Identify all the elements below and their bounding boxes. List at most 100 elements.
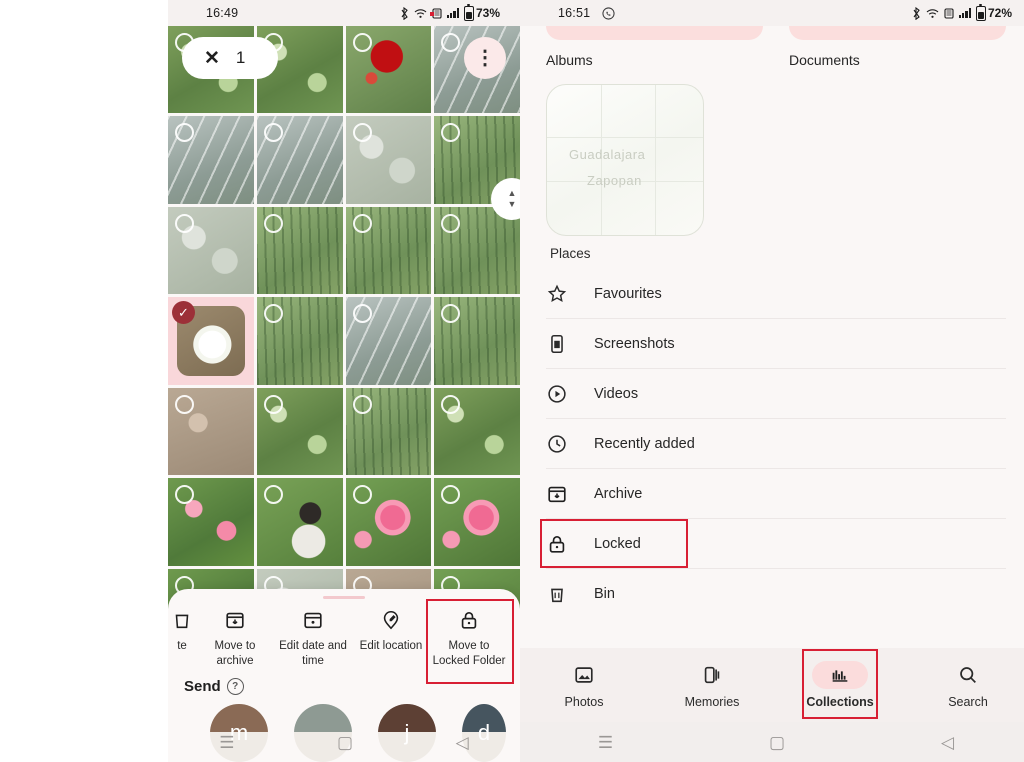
action-label: Move to Locked Folder xyxy=(432,640,506,667)
lock-icon xyxy=(546,533,568,555)
battery-percent: 73% xyxy=(475,6,500,20)
bottom-navigation: Photos Memories Collections Search xyxy=(520,648,1024,722)
home-icon[interactable]: ▢ xyxy=(769,734,785,751)
menu-item-videos[interactable]: Videos xyxy=(546,369,1006,419)
photo-select-badge[interactable] xyxy=(352,394,372,414)
back-icon[interactable]: ◁ xyxy=(456,734,469,751)
photo-grid[interactable]: ✓ xyxy=(168,26,520,657)
bottom-nav-collections[interactable]: Collections xyxy=(800,649,880,719)
chevron-up-icon[interactable]: ▲ xyxy=(508,189,517,198)
help-icon[interactable]: ? xyxy=(226,678,244,695)
recents-icon[interactable]: ☰ xyxy=(219,734,234,751)
bottom-nav-memories[interactable]: Memories xyxy=(672,661,752,709)
battery-percent: 72% xyxy=(987,6,1012,20)
send-label-group: Send ? xyxy=(184,678,520,695)
places-section[interactable]: Guadalajara Zapopan Places xyxy=(520,68,1024,261)
photo-cell[interactable] xyxy=(168,116,254,204)
photo-cell[interactable] xyxy=(256,297,343,385)
photo-select-badge[interactable] xyxy=(263,304,283,324)
albums-card-top[interactable] xyxy=(546,26,763,40)
documents-card-top[interactable] xyxy=(789,26,1006,40)
archive-icon xyxy=(224,608,246,632)
menu-item-label: Recently added xyxy=(594,435,695,452)
selection-count-pill[interactable]: ✕ 1 xyxy=(182,37,278,79)
menu-item-locked[interactable]: Locked xyxy=(540,519,1006,569)
action-location-edit[interactable]: Edit location xyxy=(352,608,430,653)
photo-select-badge[interactable] xyxy=(175,394,194,414)
calendar-icon xyxy=(302,608,324,632)
recents-icon[interactable]: ☰ xyxy=(598,734,613,751)
status-icons: 72% xyxy=(912,3,1012,21)
bottom-nav-search[interactable]: Search xyxy=(928,661,1008,709)
action-row: te Move to archive Edit date and time Edit … xyxy=(168,599,520,684)
bottom-nav-photos[interactable]: Photos xyxy=(544,661,624,709)
archive-icon xyxy=(546,483,568,505)
location-edit-icon xyxy=(380,608,402,632)
chevron-down-icon[interactable]: ▼ xyxy=(508,199,517,208)
sim-icon xyxy=(944,7,954,19)
signal-icon xyxy=(446,8,459,18)
photo-select-badge[interactable] xyxy=(263,485,283,505)
lock-icon xyxy=(458,608,480,632)
card-tops xyxy=(520,26,1024,42)
home-icon[interactable]: ▢ xyxy=(337,734,353,751)
action-delete[interactable]: te xyxy=(168,608,196,653)
selection-count: 1 xyxy=(235,48,246,67)
battery-icon: 73% xyxy=(463,3,500,21)
action-calendar[interactable]: Edit date and time xyxy=(274,608,352,668)
card-label-documents[interactable]: Documents xyxy=(789,52,1006,68)
action-label: Edit location xyxy=(359,640,423,653)
more-vert-icon[interactable]: ⋮ xyxy=(464,37,506,79)
photo-cell[interactable] xyxy=(345,478,432,566)
search-icon xyxy=(940,661,996,689)
photo-cell[interactable] xyxy=(434,478,520,566)
bottom-nav-label: Search xyxy=(948,695,988,709)
photo-select-badge[interactable] xyxy=(352,213,372,233)
photos-icon xyxy=(556,661,612,689)
photo-cell[interactable] xyxy=(256,116,343,204)
menu-item-favourites[interactable]: Favourites xyxy=(546,269,1006,319)
photo-cell[interactable] xyxy=(434,387,520,476)
card-labels: Albums Documents xyxy=(520,42,1024,68)
photo-cell[interactable] xyxy=(256,387,343,476)
bottom-nav-label: Photos xyxy=(564,695,604,709)
action-label: Move to archive xyxy=(214,640,256,667)
photo-select-badge[interactable] xyxy=(352,123,372,143)
photo-select-badge[interactable] xyxy=(441,394,461,414)
photo-cell[interactable] xyxy=(168,478,254,566)
photo-cell[interactable] xyxy=(345,206,432,295)
photo-cell[interactable] xyxy=(256,206,343,295)
card-label-albums[interactable]: Albums xyxy=(546,52,763,68)
menu-item-archive[interactable]: Archive xyxy=(546,469,1006,519)
photo-select-badge[interactable] xyxy=(263,394,283,414)
photo-select-badge[interactable] xyxy=(263,213,283,233)
photo-cell-selected[interactable]: ✓ xyxy=(168,297,254,385)
photo-select-badge[interactable] xyxy=(352,304,372,324)
collections-screen: Albums Documents Guadalajara Zapopan Pla… xyxy=(520,26,1024,762)
menu-item-screenshots[interactable]: Screenshots xyxy=(546,319,1006,369)
photo-cell[interactable] xyxy=(345,297,432,385)
photo-cell[interactable] xyxy=(345,116,432,204)
menu-item-bin[interactable]: Bin xyxy=(546,569,1006,618)
photo-cell[interactable] xyxy=(434,297,520,385)
close-icon[interactable]: ✕ xyxy=(204,47,220,70)
action-lock[interactable]: Move to Locked Folder xyxy=(426,599,514,684)
menu-item-recently-added[interactable]: Recently added xyxy=(546,419,1006,469)
menu-item-label: Bin xyxy=(594,585,615,602)
action-archive[interactable]: Move to archive xyxy=(196,608,274,668)
photo-cell[interactable] xyxy=(168,206,254,295)
places-map-thumbnail[interactable]: Guadalajara Zapopan xyxy=(546,84,704,236)
photo-select-badge[interactable] xyxy=(175,213,194,233)
sim-icon xyxy=(432,7,442,19)
back-icon[interactable]: ◁ xyxy=(941,734,954,751)
send-label: Send xyxy=(184,678,221,695)
photo-cell[interactable] xyxy=(256,478,343,566)
photo-cell[interactable] xyxy=(434,206,520,295)
photo-cell[interactable] xyxy=(168,387,254,476)
delete-icon xyxy=(171,608,193,632)
status-time: 16:51 xyxy=(558,6,591,20)
photo-select-badge[interactable] xyxy=(352,485,372,505)
photo-cell[interactable] xyxy=(345,387,432,476)
collections-icon xyxy=(812,661,868,689)
whatsapp-icon xyxy=(602,6,615,20)
